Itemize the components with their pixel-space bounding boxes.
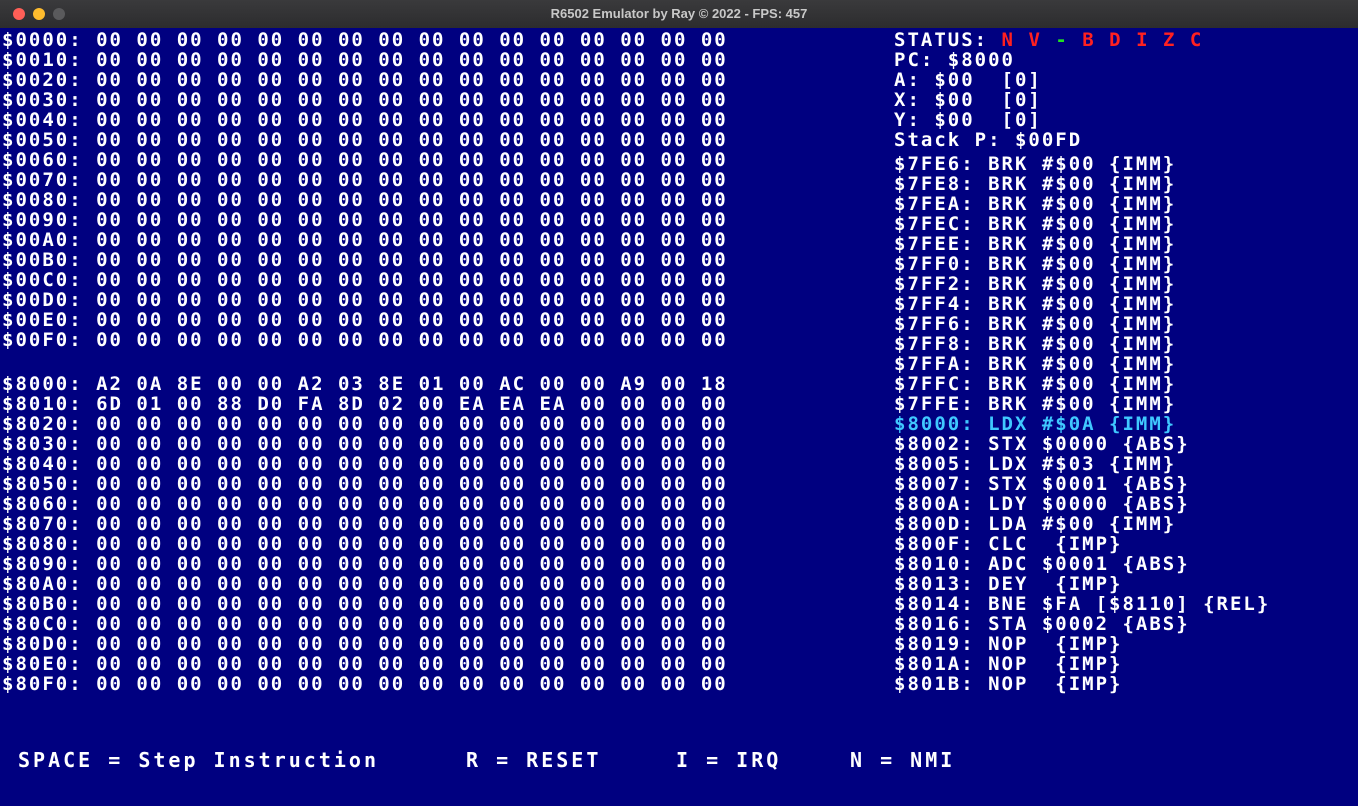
memory-row: $80B0: 00 00 00 00 00 00 00 00 00 00 00 …	[2, 593, 728, 615]
flag-c: C	[1189, 29, 1204, 51]
disassembly-line: $7FFC: BRK #$00 {IMM}	[894, 373, 1177, 395]
flag-d: D	[1109, 29, 1123, 51]
memory-row: $8010: 6D 01 00 88 D0 FA 8D 02 00 EA EA …	[2, 393, 728, 415]
disassembly-line: $800F: CLC {IMP}	[894, 533, 1123, 555]
disassembly-line: $8007: STX $0001 {ABS}	[894, 473, 1190, 495]
memory-row: $0080: 00 00 00 00 00 00 00 00 00 00 00 …	[2, 189, 728, 211]
memory-row: $8050: 00 00 00 00 00 00 00 00 00 00 00 …	[2, 473, 728, 495]
memory-row: $8030: 00 00 00 00 00 00 00 00 00 00 00 …	[2, 433, 728, 455]
disassembly-line: $7FF2: BRK #$00 {IMM}	[894, 273, 1177, 295]
memory-row: $0040: 00 00 00 00 00 00 00 00 00 00 00 …	[2, 109, 728, 131]
current-instruction: $8000: LDX #$0A {IMM}	[894, 413, 1177, 435]
memory-row: $8060: 00 00 00 00 00 00 00 00 00 00 00 …	[2, 493, 728, 515]
flag-i: I	[1136, 29, 1150, 51]
memory-row: $0020: 00 00 00 00 00 00 00 00 00 00 00 …	[2, 69, 728, 91]
disassembly-line: $7FE8: BRK #$00 {IMM}	[894, 173, 1177, 195]
memory-row: $8090: 00 00 00 00 00 00 00 00 00 00 00 …	[2, 553, 728, 575]
memory-row: $8040: 00 00 00 00 00 00 00 00 00 00 00 …	[2, 453, 728, 475]
flag-n: N	[1001, 29, 1015, 51]
flag-v: V	[1028, 29, 1042, 51]
memory-row: $80D0: 00 00 00 00 00 00 00 00 00 00 00 …	[2, 633, 728, 655]
memory-row: $00B0: 00 00 00 00 00 00 00 00 00 00 00 …	[2, 249, 728, 271]
disassembly-line: $800A: LDY $0000 {ABS}	[894, 493, 1190, 515]
help-irq: I = IRQ	[676, 748, 782, 772]
disassembly-line: $8002: STX $0000 {ABS}	[894, 433, 1190, 455]
disassembly-line: $801B: NOP {IMP}	[894, 673, 1123, 695]
status-label: STATUS:	[894, 29, 989, 51]
memory-row: $80C0: 00 00 00 00 00 00 00 00 00 00 00 …	[2, 613, 728, 635]
memory-row: $8070: 00 00 00 00 00 00 00 00 00 00 00 …	[2, 513, 728, 535]
flag-b: B	[1082, 29, 1096, 51]
register-y: Y: $00 [0]	[894, 109, 1042, 131]
disassembly-line: $7FF0: BRK #$00 {IMM}	[894, 253, 1177, 275]
memory-row: $8020: 00 00 00 00 00 00 00 00 00 00 00 …	[2, 413, 728, 435]
window-title: R6502 Emulator by Ray © 2022 - FPS: 457	[550, 6, 808, 21]
memory-row: $8000: A2 0A 8E 00 00 A2 03 8E 01 00 AC …	[2, 373, 728, 395]
disassembly-line: $7FEE: BRK #$00 {IMM}	[894, 233, 1177, 255]
program-counter: PC: $8000	[894, 49, 1015, 71]
help-step: SPACE = Step Instruction	[18, 748, 379, 772]
emulator-screen[interactable]: $0000: 00 00 00 00 00 00 00 00 00 00 00 …	[0, 28, 1358, 806]
memory-row: $0010: 00 00 00 00 00 00 00 00 00 00 00 …	[2, 49, 728, 71]
disassembly-line: $7FFA: BRK #$00 {IMM}	[894, 353, 1177, 375]
disassembly-line: $7FFE: BRK #$00 {IMM}	[894, 393, 1177, 415]
memory-row: $8080: 00 00 00 00 00 00 00 00 00 00 00 …	[2, 533, 728, 555]
disassembly-line: $801A: NOP {IMP}	[894, 653, 1123, 675]
disassembly-line: $8005: LDX #$03 {IMM}	[894, 453, 1177, 475]
disassembly-line: $8010: ADC $0001 {ABS}	[894, 553, 1190, 575]
disassembly-line: $7FF8: BRK #$00 {IMM}	[894, 333, 1177, 355]
memory-row: $80A0: 00 00 00 00 00 00 00 00 00 00 00 …	[2, 573, 728, 595]
help-reset: R = RESET	[466, 748, 602, 772]
help-nmi: N = NMI	[850, 748, 956, 772]
memory-row: $0090: 00 00 00 00 00 00 00 00 00 00 00 …	[2, 209, 728, 231]
disassembly-line: $7FE6: BRK #$00 {IMM}	[894, 153, 1177, 175]
disassembly-line: $7FEA: BRK #$00 {IMM}	[894, 193, 1177, 215]
flag-unused: -	[1055, 29, 1069, 51]
disassembly-line: $8016: STA $0002 {ABS}	[894, 613, 1190, 635]
memory-row: $0000: 00 00 00 00 00 00 00 00 00 00 00 …	[2, 29, 728, 51]
memory-row: $00E0: 00 00 00 00 00 00 00 00 00 00 00 …	[2, 309, 728, 331]
memory-row: $0060: 00 00 00 00 00 00 00 00 00 00 00 …	[2, 149, 728, 171]
disassembly-line: $8014: BNE $FA [$8110] {REL}	[894, 593, 1271, 615]
register-a: A: $00 [0]	[894, 69, 1042, 91]
memory-row: $00C0: 00 00 00 00 00 00 00 00 00 00 00 …	[2, 269, 728, 291]
memory-row: $0050: 00 00 00 00 00 00 00 00 00 00 00 …	[2, 129, 728, 151]
memory-row: $00F0: 00 00 00 00 00 00 00 00 00 00 00 …	[2, 329, 728, 351]
memory-row: $00A0: 00 00 00 00 00 00 00 00 00 00 00 …	[2, 229, 728, 251]
memory-row: $80F0: 00 00 00 00 00 00 00 00 00 00 00 …	[2, 673, 728, 695]
status-line: STATUS: N V - B D I Z C	[894, 30, 1203, 50]
memory-row: $0070: 00 00 00 00 00 00 00 00 00 00 00 …	[2, 169, 728, 191]
memory-row: $00D0: 00 00 00 00 00 00 00 00 00 00 00 …	[2, 289, 728, 311]
disassembly-line: $8013: DEY {IMP}	[894, 573, 1123, 595]
register-x: X: $00 [0]	[894, 89, 1042, 111]
memory-row: $80E0: 00 00 00 00 00 00 00 00 00 00 00 …	[2, 653, 728, 675]
disassembly-line: $800D: LDA #$00 {IMM}	[894, 513, 1177, 535]
title-bar: R6502 Emulator by Ray © 2022 - FPS: 457	[0, 0, 1358, 29]
disassembly-line: $7FF4: BRK #$00 {IMM}	[894, 293, 1177, 315]
disassembly-line: $7FF6: BRK #$00 {IMM}	[894, 313, 1177, 335]
disassembly-line: $7FEC: BRK #$00 {IMM}	[894, 213, 1177, 235]
flag-z: Z	[1162, 29, 1177, 51]
stack-pointer: Stack P: $00FD	[894, 129, 1083, 151]
disassembly-line: $8019: NOP {IMP}	[894, 633, 1123, 655]
memory-row: $0030: 00 00 00 00 00 00 00 00 00 00 00 …	[2, 89, 728, 111]
